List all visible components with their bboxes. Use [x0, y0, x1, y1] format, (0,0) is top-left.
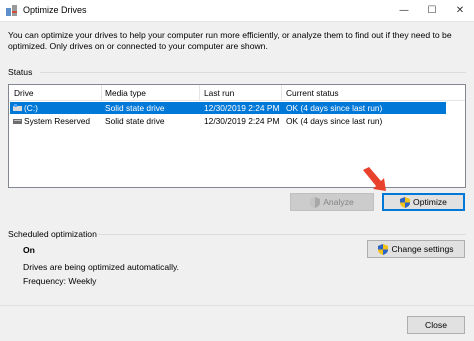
- column-header-current-status[interactable]: Current status: [286, 88, 339, 98]
- schedule-description: Drives are being optimized automatically…: [23, 262, 180, 272]
- column-divider[interactable]: [101, 85, 102, 101]
- media-type: Solid state drive: [105, 116, 165, 126]
- intro-text: You can optimize your drives to help you…: [8, 30, 452, 51]
- change-settings-label: Change settings: [391, 244, 454, 254]
- table-row[interactable]: System Reserved Solid state drive 12/30/…: [10, 115, 446, 127]
- window-title: Optimize Drives: [23, 5, 87, 15]
- optimize-button[interactable]: Optimize: [382, 193, 465, 211]
- current-status: OK (4 days since last run): [286, 116, 383, 126]
- column-divider[interactable]: [281, 85, 282, 101]
- annotation-arrow-icon: [363, 167, 386, 191]
- change-settings-button[interactable]: Change settings: [367, 240, 465, 258]
- status-section-label: Status: [8, 67, 33, 77]
- defrag-app-icon: [6, 5, 17, 16]
- scheduled-divider: [98, 234, 466, 235]
- column-header-last-run[interactable]: Last run: [204, 88, 234, 98]
- schedule-frequency: Frequency: Weekly: [23, 276, 97, 286]
- close-button[interactable]: Close: [407, 316, 465, 334]
- analyze-button[interactable]: Analyze: [290, 193, 374, 211]
- uac-shield-icon: [310, 196, 321, 208]
- last-run: 12/30/2019 2:24 PM: [204, 103, 280, 113]
- close-label: Close: [425, 320, 447, 330]
- last-run: 12/30/2019 2:24 PM: [204, 116, 280, 126]
- windows-drive-icon: [13, 104, 22, 111]
- optimize-label: Optimize: [413, 197, 447, 207]
- drive-name: System Reserved: [24, 116, 91, 126]
- footer-divider: [0, 305, 474, 306]
- list-header: Drive Media type Last run Current status: [9, 85, 465, 101]
- analyze-label: Analyze: [323, 197, 354, 207]
- column-header-media-type[interactable]: Media type: [105, 88, 146, 98]
- schedule-state: On: [23, 245, 35, 255]
- drive-name: (C:): [24, 103, 38, 113]
- media-type: Solid state drive: [105, 103, 165, 113]
- title-bar: Optimize Drives — ☐ ✕: [0, 0, 474, 22]
- drives-list[interactable]: Drive Media type Last run Current status…: [8, 84, 466, 188]
- column-divider[interactable]: [199, 85, 200, 101]
- uac-shield-icon: [378, 243, 389, 255]
- minimize-button[interactable]: —: [390, 0, 418, 22]
- drive-icon: [13, 119, 22, 124]
- maximize-button[interactable]: ☐: [418, 0, 446, 22]
- close-window-button[interactable]: ✕: [446, 0, 474, 22]
- scheduled-section-label: Scheduled optimization: [8, 229, 97, 239]
- column-header-drive[interactable]: Drive: [14, 88, 34, 98]
- uac-shield-icon: [400, 196, 411, 208]
- current-status: OK (4 days since last run): [286, 103, 383, 113]
- status-divider: [40, 72, 466, 73]
- table-row[interactable]: (C:) Solid state drive 12/30/2019 2:24 P…: [10, 102, 446, 114]
